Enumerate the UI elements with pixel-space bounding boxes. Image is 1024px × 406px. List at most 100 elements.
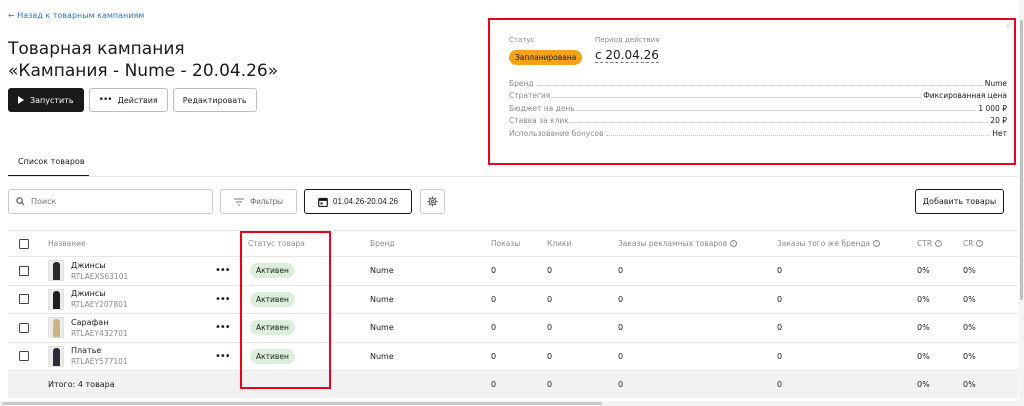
info-icon[interactable]: i: [873, 240, 881, 247]
info-key: Ставка за клик: [509, 116, 569, 125]
horizontal-scroll-thumb[interactable]: [2, 402, 602, 405]
product-sku: RTLAEY432701: [71, 328, 128, 338]
ctr-cell: 0%: [917, 294, 930, 304]
info-key: Стратегия: [509, 91, 551, 100]
table-row[interactable]: Сарафан RTLAEY432701 ••• Активен Nume 0 …: [8, 314, 1018, 343]
product-cell: Сарафан RTLAEY432701: [48, 314, 128, 342]
product-figure: [52, 262, 60, 281]
settings-button[interactable]: [420, 189, 445, 214]
clicks-cell: 0: [547, 323, 553, 333]
table-row[interactable]: Джинсы RTLAEY207801 ••• Активен Nume 0 0…: [8, 286, 1018, 314]
start-button[interactable]: Запустить: [8, 88, 84, 112]
product-cell: Джинсы RTLAEY207801: [48, 286, 128, 314]
product-name[interactable]: Платье: [71, 345, 128, 356]
brand-cell: Nume: [370, 351, 394, 361]
col-ctr-label: CTR: [917, 239, 933, 248]
status-column-highlight: [240, 231, 331, 389]
action-buttons: Запустить ••• Действия Редактировать: [8, 88, 257, 112]
ctr-cell: 0%: [917, 323, 930, 333]
campaign-properties: Бренд Nume Стратегия Фиксированная цена …: [509, 75, 1007, 138]
status-block: Статус Запланирована: [509, 36, 583, 65]
filter-icon: [234, 198, 245, 205]
info-key: Бюджет на день: [509, 103, 575, 113]
info-value: Нет: [992, 128, 1007, 138]
start-button-label: Запустить: [30, 95, 74, 105]
row-checkbox[interactable]: [19, 351, 29, 362]
cr-cell: 0%: [963, 294, 976, 304]
close-icon[interactable]: ×: [1005, 22, 1011, 30]
status-label: Статус: [509, 36, 535, 44]
col-brand[interactable]: Бренд: [370, 231, 395, 256]
col-ad-orders-label: Заказы рекламных товаров: [618, 239, 728, 248]
info-value: 1 000 ₽: [978, 103, 1007, 113]
info-row-bid: Ставка за клик 20 ₽: [509, 113, 1007, 125]
product-figure: [52, 347, 60, 366]
gear-icon: [427, 196, 438, 207]
tab-product-list[interactable]: Список товаров: [8, 152, 89, 177]
page-title-line-1: Товарная кампания: [8, 39, 185, 59]
row-menu-icon[interactable]: •••: [215, 294, 231, 305]
search-icon: [16, 197, 25, 206]
date-range-label: 01.04.26-20.04.26: [333, 197, 398, 206]
vertical-scrollbar[interactable]: [1019, 0, 1024, 406]
page-title: Товарная кампания «Кампания - Nume - 20.…: [8, 38, 278, 82]
row-checkbox[interactable]: [19, 322, 29, 333]
info-icon[interactable]: i: [935, 240, 943, 247]
date-range-button[interactable]: 01.04.26-20.04.26: [304, 189, 412, 214]
info-icon[interactable]: i: [730, 240, 738, 247]
product-figure: [52, 290, 60, 309]
table-row[interactable]: Джинсы RTLAEX563101 ••• Активен Nume 0 0…: [8, 257, 1018, 286]
period-value[interactable]: с 20.04.26: [595, 48, 659, 63]
product-thumbnail: [48, 317, 64, 339]
vertical-scroll-thumb[interactable]: [1020, 20, 1023, 300]
clicks-cell: 0: [547, 294, 553, 304]
products-table: Название Статус товара Бренд Показы Клик…: [8, 230, 1018, 398]
row-menu-icon[interactable]: •••: [215, 322, 231, 333]
ad-orders-cell: 0: [618, 266, 624, 276]
col-name[interactable]: Название: [48, 231, 86, 256]
brand-cell: Nume: [370, 323, 394, 333]
info-row-brand: Бренд Nume: [509, 75, 1007, 88]
product-name[interactable]: Джинсы: [71, 260, 128, 271]
search-input[interactable]: [31, 197, 181, 206]
col-ad-orders[interactable]: Заказы рекламных товаров i: [618, 231, 738, 256]
horizontal-scrollbar[interactable]: [0, 401, 1024, 406]
col-clicks[interactable]: Клики: [547, 231, 571, 256]
col-brand-orders[interactable]: Заказы того же бренда i: [777, 231, 881, 256]
col-shows[interactable]: Показы: [491, 231, 520, 256]
search-box[interactable]: [8, 189, 213, 214]
actions-button[interactable]: ••• Действия: [88, 88, 168, 112]
product-name[interactable]: Джинсы: [71, 288, 128, 299]
product-thumbnail: [48, 288, 64, 310]
back-link[interactable]: ← Назад к товарным кампаниям: [8, 11, 144, 20]
col-cr-label: CR: [963, 239, 974, 248]
actions-button-label: Действия: [117, 95, 158, 105]
add-products-button[interactable]: Добавить товары: [915, 189, 1004, 214]
select-all-checkbox[interactable]: [19, 238, 29, 249]
table-row[interactable]: Платье RTLAEY577101 ••• Активен Nume 0 0…: [8, 343, 1018, 371]
col-ctr[interactable]: CTR i: [917, 231, 943, 256]
total-ctr: 0%: [917, 380, 930, 389]
period-block: Период действия с 20.04.26: [595, 36, 659, 63]
row-checkbox[interactable]: [19, 294, 29, 305]
cr-cell: 0%: [963, 323, 976, 333]
row-menu-icon[interactable]: •••: [215, 265, 231, 276]
play-icon: [18, 96, 24, 104]
page-title-line-2: «Кампания - Nume - 20.04.26»: [8, 61, 279, 81]
calendar-icon: [318, 197, 328, 207]
brand-orders-cell: 0: [777, 266, 783, 276]
col-brand-orders-label: Заказы того же бренда: [777, 239, 871, 248]
ad-orders-cell: 0: [618, 323, 624, 333]
product-cell: Джинсы RTLAEX563101: [48, 257, 128, 285]
edit-button[interactable]: Редактировать: [172, 88, 257, 112]
clicks-cell: 0: [547, 351, 553, 361]
period-label: Период действия: [595, 36, 660, 44]
col-cr[interactable]: CR i: [963, 231, 984, 256]
select-all-cell: [19, 231, 29, 256]
row-checkbox[interactable]: [19, 265, 29, 276]
product-name[interactable]: Сарафан: [71, 317, 128, 328]
row-menu-icon[interactable]: •••: [215, 351, 231, 362]
info-icon[interactable]: i: [976, 240, 984, 247]
brand-orders-cell: 0: [777, 351, 783, 361]
filters-button[interactable]: Фильтры: [220, 189, 297, 214]
